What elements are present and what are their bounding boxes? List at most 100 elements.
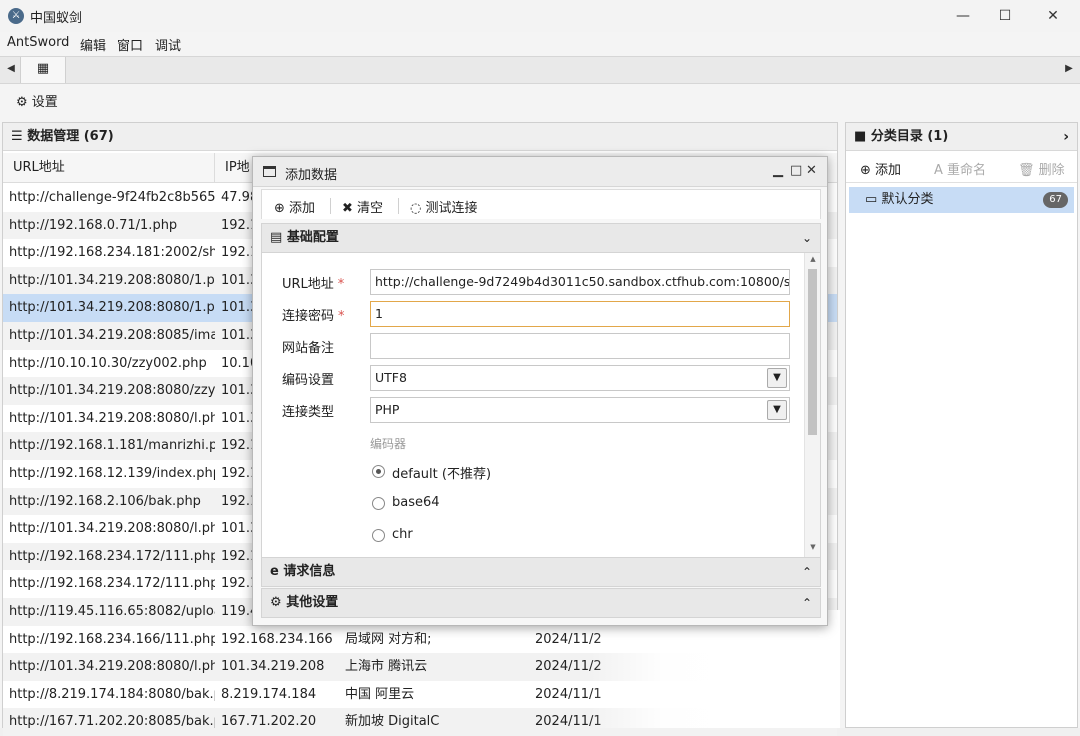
url-cell: http://101.34.219.208:8085/image — [9, 328, 215, 343]
category-panel-header: ■ 分类目录 (1) › — [846, 123, 1077, 151]
tab-home[interactable]: ▦ — [20, 57, 66, 83]
menu-antsword[interactable]: AntSword — [7, 35, 69, 50]
url-cell: http://192.168.234.166/111.php — [9, 631, 215, 647]
location-cell: 中国 阿里云 — [345, 686, 415, 702]
type-label: 连接类型 — [282, 405, 335, 420]
grid-icon: ▦ — [36, 61, 50, 76]
scroll-thumb[interactable] — [808, 269, 817, 435]
menu-window[interactable]: 窗口 — [117, 35, 143, 54]
dialog-maximize-button[interactable]: □ — [790, 163, 802, 178]
url-cell: http://167.71.202.20:8085/bak.ph — [9, 714, 215, 730]
data-panel-header: ☰ 数据管理 (67) — [3, 123, 837, 151]
note-label: 网站备注 — [282, 341, 335, 356]
menu-bar: AntSword 编辑 窗口 调试 — [0, 32, 1080, 54]
scroll-down-icon[interactable]: ▼ — [805, 543, 820, 551]
category-delete-button[interactable]: 🗑 删除 — [1018, 159, 1065, 178]
password-field[interactable]: 1 — [370, 301, 790, 327]
note-field[interactable] — [370, 333, 790, 359]
encoder-label-base64: base64 — [392, 495, 440, 510]
menu-debug[interactable]: 调试 — [155, 35, 181, 54]
font-icon: A — [934, 163, 943, 178]
section-request-info[interactable]: e 请求信息 ⌃ — [261, 557, 821, 587]
url-label: URL地址 * — [282, 277, 345, 292]
category-rename-button[interactable]: A 重命名 — [934, 159, 986, 178]
url-field[interactable]: http://challenge-9d7249b4d3011c50.sandbo… — [370, 269, 790, 295]
spinner-icon: ◌ — [410, 201, 422, 216]
ip-cell: 167.71.202.20 — [221, 714, 317, 730]
category-item-default[interactable]: ▭ 默认分类 67 — [849, 187, 1074, 213]
document-icon: ▤ — [270, 230, 283, 245]
url-cell: http://192.168.234.181:2002/shell — [9, 245, 215, 261]
section-basic-config[interactable]: ▤ 基础配置 ⌄ — [261, 223, 821, 253]
chevron-up-icon: ⌃ — [801, 596, 812, 610]
dialog-test-connection-button[interactable]: ◌ 测试连接 — [410, 197, 478, 216]
plus-circle-icon: ⊕ — [274, 201, 285, 216]
gear-icon: ⚙ — [16, 95, 28, 110]
type-select[interactable]: PHP ▼ — [370, 397, 790, 423]
settings-label: 设置 — [31, 95, 58, 110]
tab-scroll-left-icon[interactable]: ◀ — [4, 63, 18, 74]
tab-scroll-right-icon[interactable]: ▶ — [1062, 63, 1076, 74]
folder-icon: ■ — [854, 129, 867, 144]
category-count-badge: 67 — [1043, 192, 1068, 208]
category-name: 默认分类 — [881, 192, 934, 207]
ip-cell: 192.168.234.166 — [221, 631, 333, 647]
url-cell: http://8.219.174.184:8080/bak.ph — [9, 686, 215, 702]
dialog-title-bar[interactable]: 添加数据 ▁ □ ✕ — [253, 157, 827, 187]
menu-edit[interactable]: 编辑 — [80, 35, 106, 54]
close-button[interactable]: ✕ — [1030, 0, 1076, 32]
data-panel-title: 数据管理 (67) — [27, 129, 114, 144]
dialog-clear-label: 清空 — [357, 201, 384, 216]
url-cell: http://101.34.219.208:8080/1.php — [9, 272, 215, 288]
encoder-label-default: default (不推荐) — [392, 467, 492, 482]
basic-config-form: URL地址 * http://challenge-9d7249b4d3011c50… — [261, 253, 821, 557]
section-other-settings[interactable]: ⚙ 其他设置 ⌃ — [261, 588, 821, 618]
column-header-ip[interactable]: IP地 — [215, 153, 255, 183]
encoder-label-chr: chr — [392, 527, 413, 542]
category-panel-title: 分类目录 (1) — [870, 129, 949, 144]
dialog-clear-button[interactable]: ✖ 清空 — [342, 197, 383, 216]
chevron-down-icon: ▼ — [767, 400, 787, 420]
encoding-select[interactable]: UTF8 ▼ — [370, 365, 790, 391]
required-mark: * — [338, 309, 345, 324]
toolbar-divider — [398, 198, 399, 214]
cogs-icon: ⚙ — [270, 595, 282, 610]
column-header-url[interactable]: URL地址 — [3, 153, 215, 183]
scroll-up-icon[interactable]: ▲ — [805, 255, 820, 263]
type-value: PHP — [375, 402, 400, 417]
window-title: 中国蚁剑 — [30, 11, 83, 26]
dialog-toolbar: ⊕ 添加 ✖ 清空 ◌ 测试连接 — [261, 189, 821, 219]
maximize-button[interactable]: ☐ — [982, 0, 1028, 32]
plus-circle-icon: ⊕ — [860, 163, 871, 178]
settings-button[interactable]: ⚙ 设置 — [16, 91, 58, 110]
encoder-radio-default[interactable] — [372, 465, 385, 478]
toolbar-divider — [330, 198, 331, 214]
dialog-minimize-button[interactable]: ▁ — [773, 163, 783, 178]
ip-cell: 8.219.174.184 — [221, 686, 317, 702]
url-cell: http://192.168.1.181/manrizhi.php — [9, 438, 215, 454]
url-cell: http://101.34.219.208:8080/l.php — [9, 659, 215, 675]
add-data-dialog: 添加数据 ▁ □ ✕ ⊕ 添加 ✖ 清空 ◌ 测试连接 ▤ 基础配置 ⌄ URL… — [252, 156, 828, 626]
ip-cell: 101.34.219.208 — [221, 659, 325, 675]
window-icon — [263, 166, 276, 177]
category-rename-label: 重命名 — [947, 163, 987, 178]
dialog-add-button[interactable]: ⊕ 添加 — [274, 197, 315, 216]
collapse-right-icon[interactable]: › — [1063, 123, 1069, 151]
category-add-label: 添加 — [875, 163, 902, 178]
form-scrollbar[interactable]: ▲ ▼ — [804, 253, 820, 557]
category-panel: ■ 分类目录 (1) › ⊕ 添加 A 重命名 🗑 删除 ▭ 默认分类 67 — [845, 122, 1078, 728]
category-toolbar: ⊕ 添加 A 重命名 🗑 删除 — [846, 151, 1077, 183]
encoder-label: 编码器 — [370, 437, 407, 451]
encoder-radio-chr[interactable] — [372, 529, 385, 542]
category-add-button[interactable]: ⊕ 添加 — [860, 159, 901, 178]
chevron-up-icon: ⌃ — [801, 565, 812, 579]
url-cell: http://192.168.234.172/111.php — [9, 548, 215, 564]
trash-icon: 🗑 — [1018, 163, 1035, 178]
encoder-radio-base64[interactable] — [372, 497, 385, 510]
app-window: ⚔ 中国蚁剑 — ☐ ✕ AntSword 编辑 窗口 调试 ◀ ▦ ▶ ⚙ 设… — [0, 0, 1080, 736]
minimize-button[interactable]: — — [940, 0, 986, 32]
tab-strip: ◀ ▦ ▶ — [0, 56, 1080, 84]
url-cell: http://192.168.12.139/index.php? — [9, 466, 215, 481]
chevron-down-icon: ▼ — [767, 368, 787, 388]
dialog-close-button[interactable]: ✕ — [806, 163, 817, 178]
